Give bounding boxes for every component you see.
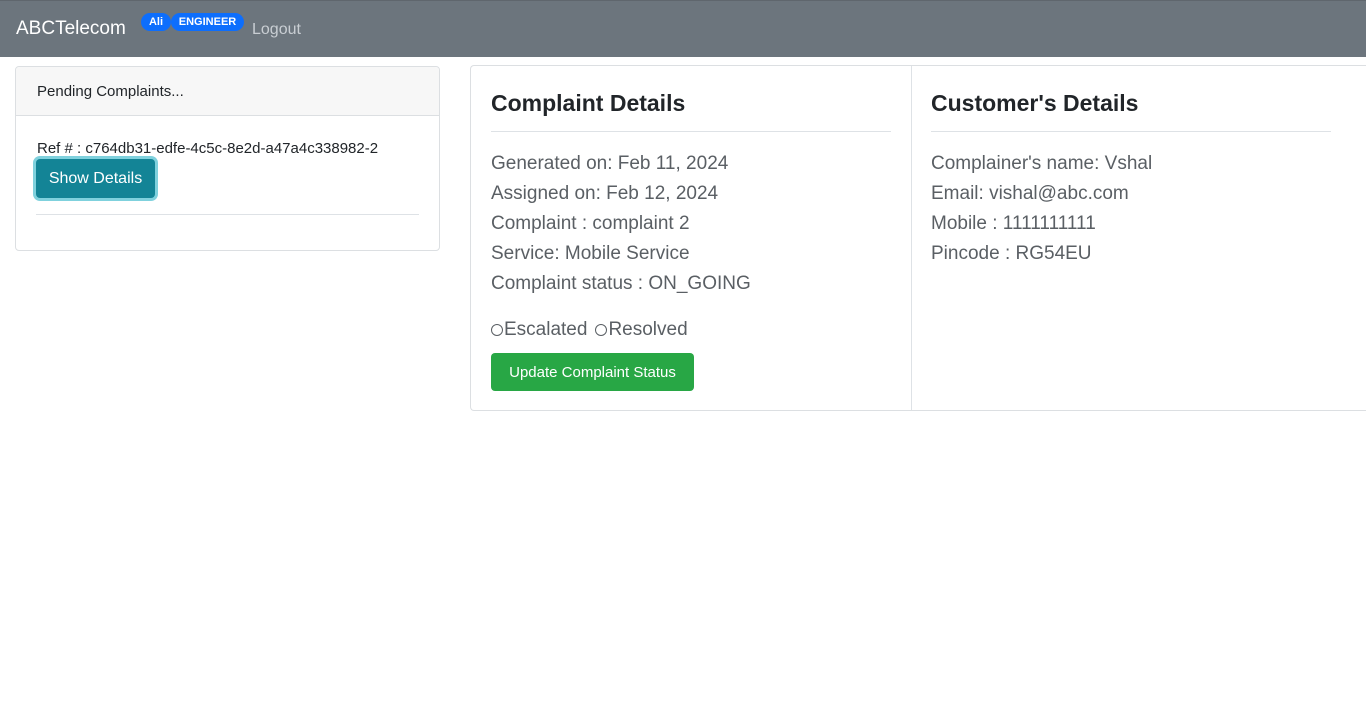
assigned-on: Assigned on: Feb 12, 2024	[491, 183, 719, 204]
column-divider	[911, 66, 912, 410]
pending-complaints-card: Pending Complaints... Ref # : c764db31-e…	[15, 66, 440, 251]
resolved-label[interactable]: Resolved	[608, 319, 687, 341]
role-badge: ENGINEER	[171, 13, 244, 31]
customer-email: Email: vishal@abc.com	[931, 183, 1129, 204]
user-badge: Ali	[141, 13, 171, 31]
complaint-status: Complaint status : ON_GOING	[491, 273, 751, 294]
brand-logo[interactable]: ABCTelecom	[16, 18, 126, 40]
resolved-radio[interactable]	[595, 324, 608, 336]
show-details-button[interactable]: Show Details	[36, 159, 155, 198]
complaint-details-title: Complaint Details	[491, 90, 686, 116]
details-card: Complaint Details Generated on: Feb 11, …	[470, 65, 1366, 411]
generated-on: Generated on: Feb 11, 2024	[491, 153, 729, 174]
list-divider	[36, 214, 419, 215]
update-status-button[interactable]: Update Complaint Status	[491, 353, 694, 391]
complaint-name: Complaint : complaint 2	[491, 213, 690, 234]
customer-pincode: Pincode : RG54EU	[931, 243, 1092, 264]
customer-name: Complainer's name: Vshal	[931, 153, 1153, 174]
complaint-ref: Ref # : c764db31-edfe-4c5c-8e2d-a47a4c33…	[37, 140, 379, 157]
service-type: Service: Mobile Service	[491, 243, 690, 264]
pending-complaints-header: Pending Complaints...	[16, 67, 439, 116]
logout-link[interactable]: Logout	[252, 21, 301, 39]
top-navbar: ABCTelecom Ali ENGINEER Logout	[0, 0, 1366, 57]
customer-details-title: Customer's Details	[931, 90, 1139, 116]
customer-title-rule	[931, 131, 1331, 132]
status-radio-group: Escalated Resolved	[491, 319, 696, 341]
escalated-label[interactable]: Escalated	[504, 319, 587, 341]
escalated-radio[interactable]	[491, 324, 503, 336]
complaint-title-rule	[491, 131, 891, 132]
customer-mobile: Mobile : 1111111111	[931, 213, 1096, 234]
